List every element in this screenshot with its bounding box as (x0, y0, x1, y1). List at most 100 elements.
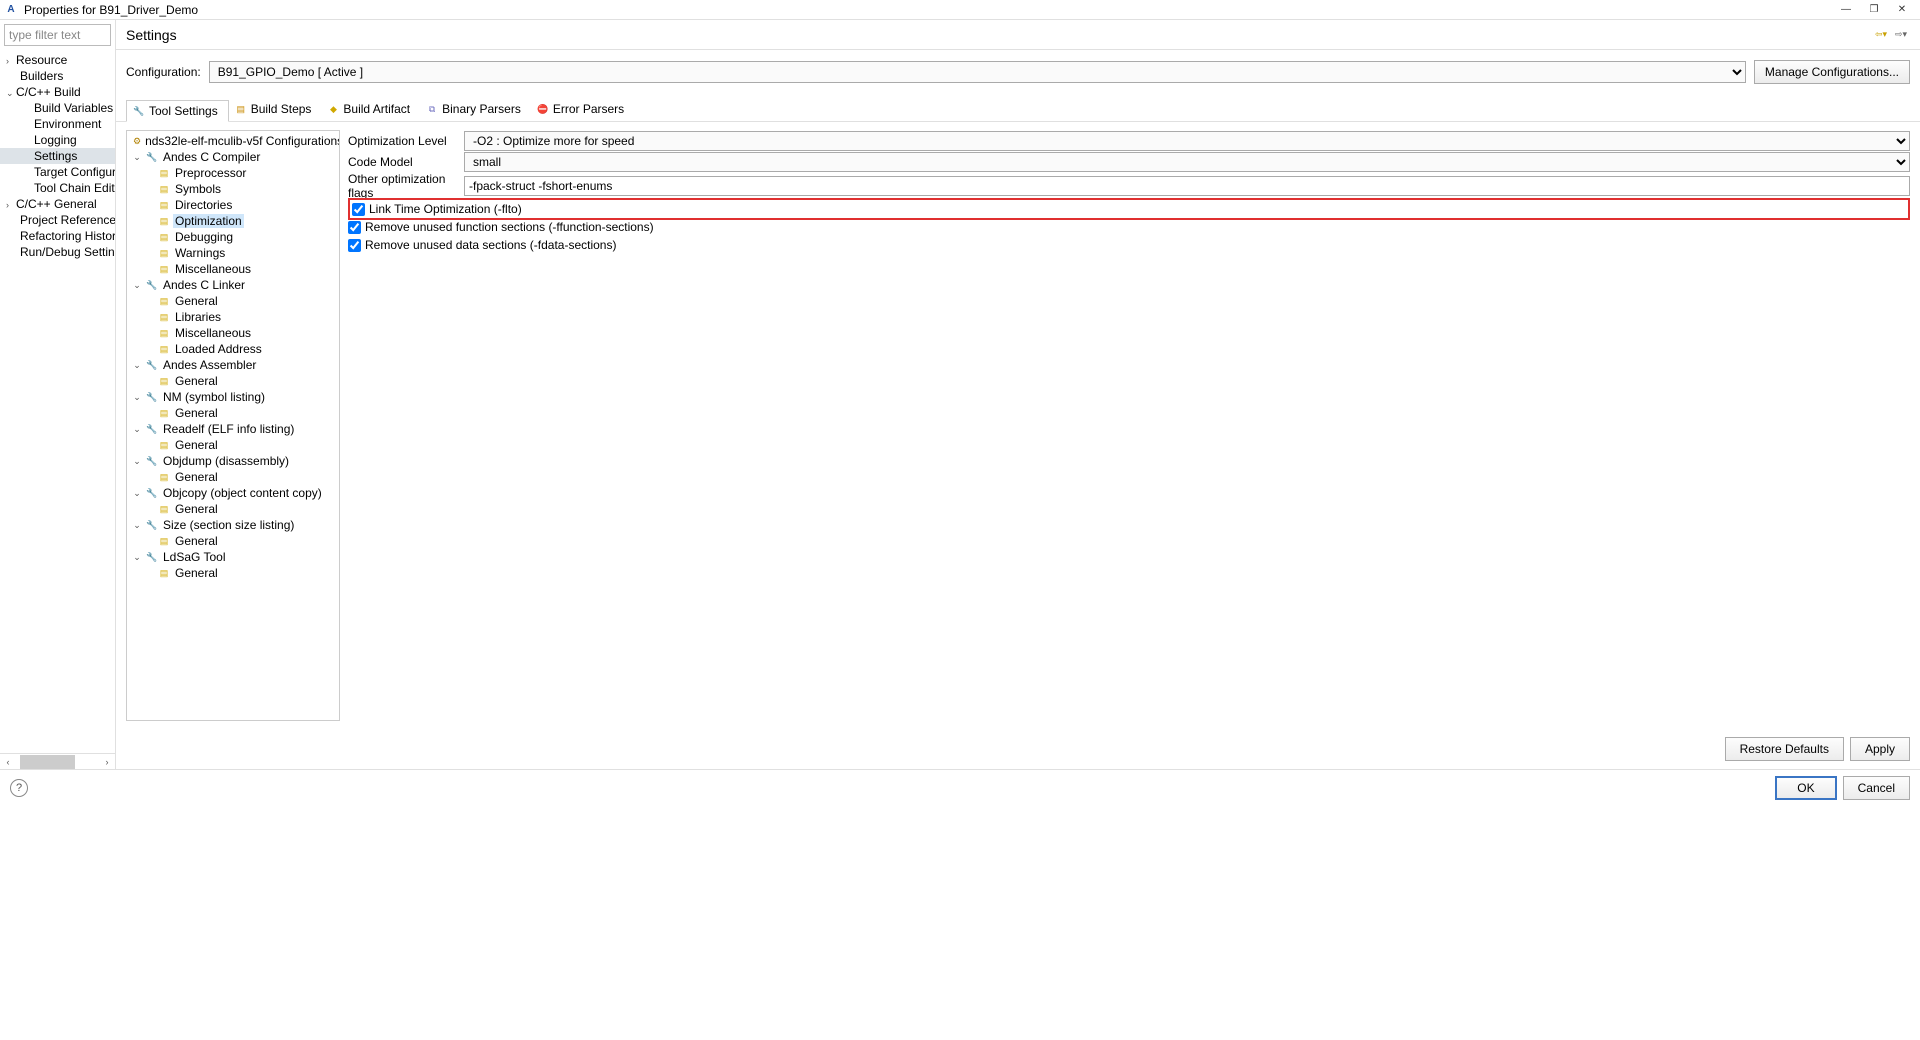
config-row: Configuration: B91_GPIO_Demo [ Active ] … (116, 50, 1920, 98)
tool-tree-item[interactable]: ▤Symbols (127, 181, 339, 197)
tool-tree-item[interactable]: ⌄🔧Andes C Compiler (127, 149, 339, 165)
tab-tool-settings[interactable]: 🔧Tool Settings (126, 100, 229, 122)
nav-item-refactoring[interactable]: Refactoring History (0, 228, 115, 244)
func-sections-checkbox[interactable] (348, 221, 361, 234)
tool-tree-item[interactable]: ⌄🔧Andes C Linker (127, 277, 339, 293)
tool-tree-item[interactable]: ▤General (127, 469, 339, 485)
nav-item-logging[interactable]: Logging (0, 132, 115, 148)
tab-build-artifact[interactable]: ◆Build Artifact (321, 99, 420, 121)
tool-tree-item[interactable]: ⚙nds32le-elf-mculib-v5f Configurations (127, 133, 339, 149)
nav-item-target-config[interactable]: Target Configura (0, 164, 115, 180)
footer: ? OK Cancel (0, 770, 1920, 806)
tool-tree-item[interactable]: ▤Warnings (127, 245, 339, 261)
nav-item-environment[interactable]: Environment (0, 116, 115, 132)
tool-tree-item-optimization[interactable]: ▤Optimization (127, 213, 339, 229)
tab-binary-parsers[interactable]: ⧉Binary Parsers (420, 99, 531, 121)
back-icon[interactable]: ⇦▾ (1872, 26, 1890, 44)
nav-hscrollbar[interactable]: ‹ › (0, 753, 115, 769)
nav-item-builders[interactable]: Builders (0, 68, 115, 84)
data-sections-label: Remove unused data sections (-fdata-sect… (365, 238, 616, 252)
cancel-button[interactable]: Cancel (1843, 776, 1910, 800)
page-icon: ▤ (157, 406, 171, 420)
tabs: 🔧Tool Settings ▤Build Steps ◆Build Artif… (116, 98, 1920, 122)
scroll-thumb[interactable] (20, 755, 75, 769)
lto-label: Link Time Optimization (-flto) (369, 202, 522, 216)
manage-configs-button[interactable]: Manage Configurations... (1754, 60, 1910, 84)
chevron-right-icon[interactable]: › (6, 200, 16, 210)
nav-item-project-refs[interactable]: Project References (0, 212, 115, 228)
ok-button[interactable]: OK (1775, 776, 1836, 800)
filter-input[interactable] (4, 24, 111, 46)
tool-tree-item[interactable]: ▤General (127, 565, 339, 581)
tool-tree-item[interactable]: ⌄🔧Objcopy (object content copy) (127, 485, 339, 501)
tool-tree-item[interactable]: ⌄🔧LdSaG Tool (127, 549, 339, 565)
tool-tree-item[interactable]: ▤General (127, 501, 339, 517)
page-icon: ▤ (157, 566, 171, 580)
help-icon[interactable]: ? (10, 779, 28, 797)
tool-tree-item[interactable]: ▤General (127, 533, 339, 549)
option-row-lto: Link Time Optimization (-flto) (352, 200, 1906, 218)
chevron-down-icon[interactable]: ⌄ (131, 456, 143, 467)
close-button[interactable]: ✕ (1888, 1, 1916, 19)
chevron-down-icon[interactable]: ⌄ (131, 152, 143, 163)
nav-item-build-variables[interactable]: Build Variables (0, 100, 115, 116)
tool-icon: 🔧 (145, 358, 159, 372)
chevron-down-icon[interactable]: ⌄ (131, 360, 143, 371)
tool-tree-item[interactable]: ⌄🔧NM (symbol listing) (127, 389, 339, 405)
chevron-down-icon[interactable]: ⌄ (131, 392, 143, 403)
chevron-down-icon[interactable]: ⌄ (131, 520, 143, 531)
tool-tree-item[interactable]: ▤General (127, 437, 339, 453)
nav-tree[interactable]: ›Resource Builders ⌄C/C++ Build Build Va… (0, 50, 115, 753)
tool-tree-item[interactable]: ▤Miscellaneous (127, 261, 339, 277)
config-icon: ⚙ (133, 134, 141, 148)
scroll-left-icon[interactable]: ‹ (0, 757, 16, 767)
option-row-code-model: Code Model small (348, 151, 1910, 172)
scroll-track[interactable] (16, 755, 99, 769)
chevron-down-icon[interactable]: ⌄ (131, 488, 143, 499)
tool-icon: 🔧 (145, 454, 159, 468)
tool-tree[interactable]: ⚙nds32le-elf-mculib-v5f Configurations ⌄… (126, 130, 340, 721)
data-sections-checkbox[interactable] (348, 239, 361, 252)
other-flags-input[interactable] (464, 176, 1910, 196)
nav-item-build[interactable]: ⌄C/C++ Build (0, 84, 115, 100)
restore-defaults-button[interactable]: Restore Defaults (1725, 737, 1844, 761)
tool-tree-item[interactable]: ▤Debugging (127, 229, 339, 245)
chevron-down-icon[interactable]: ⌄ (6, 88, 16, 99)
binary-icon: ⧉ (426, 103, 438, 115)
chevron-right-icon[interactable]: › (6, 56, 16, 66)
config-select[interactable]: B91_GPIO_Demo [ Active ] (209, 61, 1746, 83)
code-model-select[interactable]: small (464, 152, 1910, 172)
tool-tree-item[interactable]: ▤General (127, 405, 339, 421)
tool-tree-item[interactable]: ▤Loaded Address (127, 341, 339, 357)
page-icon: ▤ (157, 470, 171, 484)
chevron-down-icon[interactable]: ⌄ (131, 280, 143, 291)
scroll-right-icon[interactable]: › (99, 757, 115, 767)
tab-error-parsers[interactable]: ⛔Error Parsers (531, 99, 634, 121)
tool-tree-item[interactable]: ▤General (127, 293, 339, 309)
chevron-down-icon[interactable]: ⌄ (131, 424, 143, 435)
opt-level-select[interactable]: -O2 : Optimize more for speed (464, 131, 1910, 151)
tool-tree-item[interactable]: ⌄🔧Andes Assembler (127, 357, 339, 373)
tool-tree-item[interactable]: ⌄🔧Objdump (disassembly) (127, 453, 339, 469)
nav-item-rundebug[interactable]: Run/Debug Settings (0, 244, 115, 260)
maximize-button[interactable]: ❐ (1860, 1, 1888, 19)
apply-button[interactable]: Apply (1850, 737, 1910, 761)
nav-item-resource[interactable]: ›Resource (0, 52, 115, 68)
tool-tree-item[interactable]: ▤Libraries (127, 309, 339, 325)
tool-tree-item[interactable]: ▤Directories (127, 197, 339, 213)
tool-tree-item[interactable]: ⌄🔧Readelf (ELF info listing) (127, 421, 339, 437)
nav-item-toolchain-editor[interactable]: Tool Chain Editor (0, 180, 115, 196)
tool-tree-item[interactable]: ⌄🔧Size (section size listing) (127, 517, 339, 533)
minimize-button[interactable]: — (1832, 1, 1860, 19)
lto-checkbox[interactable] (352, 203, 365, 216)
tab-build-steps[interactable]: ▤Build Steps (229, 99, 322, 121)
error-icon: ⛔ (537, 103, 549, 115)
chevron-down-icon[interactable]: ⌄ (131, 552, 143, 563)
tool-icon: 🔧 (145, 486, 159, 500)
tool-tree-item[interactable]: ▤General (127, 373, 339, 389)
forward-icon[interactable]: ⇨▾ (1892, 26, 1910, 44)
tool-tree-item[interactable]: ▤Miscellaneous (127, 325, 339, 341)
nav-item-general[interactable]: ›C/C++ General (0, 196, 115, 212)
tool-tree-item[interactable]: ▤Preprocessor (127, 165, 339, 181)
nav-item-settings[interactable]: Settings (0, 148, 115, 164)
